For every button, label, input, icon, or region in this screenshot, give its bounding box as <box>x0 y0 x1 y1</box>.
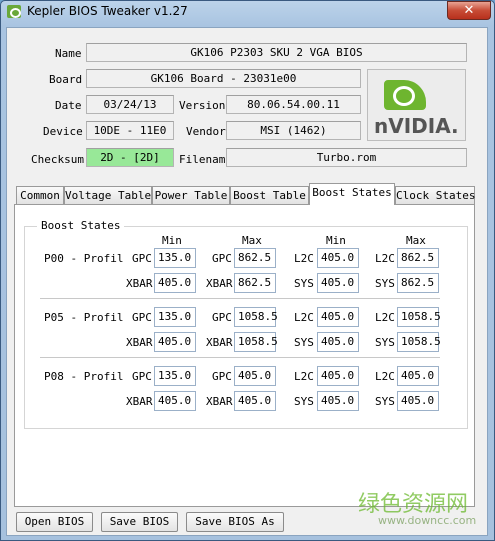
date-label: Date <box>55 99 82 112</box>
row-label: SYS <box>375 336 395 349</box>
value-input[interactable]: 405.0 <box>317 307 359 327</box>
header-max-1: Max <box>242 234 262 247</box>
checksum-label: Checksum <box>31 153 84 166</box>
value-input[interactable]: 862.5 <box>397 273 439 293</box>
row-label: GPC <box>132 252 152 265</box>
tab-clock-states[interactable]: Clock States <box>395 186 475 204</box>
header-max-2: Max <box>406 234 426 247</box>
nvidia-eye-icon <box>384 80 426 110</box>
row-label: L2C <box>375 370 395 383</box>
profile-label-p05: P05 - Profil <box>44 311 124 324</box>
row-label: XBAR <box>206 336 233 349</box>
window-title: Kepler BIOS Tweaker v1.27 <box>27 4 188 18</box>
value-input[interactable]: 1058.5 <box>234 307 278 327</box>
nvidia-logo: nVIDIA. <box>367 69 466 141</box>
version-label: Version <box>179 99 226 112</box>
value-input[interactable]: 862.5 <box>397 248 439 268</box>
version-field[interactable]: 80.06.54.00.11 <box>226 95 361 114</box>
profile-label-p00: P00 - Profil <box>44 252 124 265</box>
vendor-field[interactable]: MSI (1462) <box>226 121 361 140</box>
profile-separator <box>40 357 440 358</box>
tab-common[interactable]: Common <box>16 186 64 204</box>
row-label: L2C <box>294 252 314 265</box>
open-bios-button[interactable]: Open BIOS <box>16 512 93 532</box>
value-input[interactable]: 1058.5 <box>397 332 441 352</box>
name-field[interactable]: GK106 P2303 SKU 2 VGA BIOS <box>86 43 467 62</box>
value-input[interactable]: 135.0 <box>154 248 196 268</box>
device-field[interactable]: 10DE - 11E0 <box>86 121 174 140</box>
logo-text: nVIDIA. <box>374 114 459 138</box>
row-label: L2C <box>294 370 314 383</box>
row-label: SYS <box>375 395 395 408</box>
tab-boost-states[interactable]: Boost States <box>309 183 395 205</box>
value-input[interactable]: 405.0 <box>317 366 359 386</box>
board-field[interactable]: GK106 Board - 23031e00 <box>86 69 361 88</box>
row-label: XBAR <box>126 277 153 290</box>
row-label: GPC <box>212 252 232 265</box>
value-input[interactable]: 405.0 <box>154 391 196 411</box>
value-input[interactable]: 405.0 <box>397 391 439 411</box>
tab-boost-table[interactable]: Boost Table <box>230 186 309 204</box>
value-input[interactable]: 405.0 <box>154 332 196 352</box>
value-input[interactable]: 405.0 <box>154 273 196 293</box>
row-label: SYS <box>375 277 395 290</box>
app-icon <box>7 5 21 18</box>
value-input[interactable]: 1058.5 <box>234 332 278 352</box>
tab-voltage-table[interactable]: Voltage Table <box>64 186 152 204</box>
value-input[interactable]: 135.0 <box>154 366 196 386</box>
value-input[interactable]: 135.0 <box>154 307 196 327</box>
value-input[interactable]: 862.5 <box>234 248 276 268</box>
value-input[interactable]: 405.0 <box>317 248 359 268</box>
value-input[interactable]: 405.0 <box>234 366 276 386</box>
value-input[interactable]: 405.0 <box>234 391 276 411</box>
row-label: GPC <box>212 311 232 324</box>
tab-power-table[interactable]: Power Table <box>152 186 230 204</box>
device-label: Device <box>43 125 83 138</box>
watermark-url: www.downcc.com <box>378 514 477 527</box>
group-title: Boost States <box>37 219 125 232</box>
title-bar[interactable]: Kepler BIOS Tweaker v1.27 ✕ <box>1 1 495 23</box>
row-label: XBAR <box>206 395 233 408</box>
checksum-field: 2D - [2D] <box>86 148 174 167</box>
profile-separator <box>40 298 440 299</box>
header-min-1: Min <box>162 234 182 247</box>
value-input[interactable]: 405.0 <box>317 391 359 411</box>
value-input[interactable]: 862.5 <box>234 273 276 293</box>
row-label: GPC <box>212 370 232 383</box>
save-bios-as-button[interactable]: Save BIOS As <box>186 512 284 532</box>
date-field[interactable]: 03/24/13 <box>86 95 174 114</box>
vendor-label: Vendor <box>186 125 226 138</box>
row-label: L2C <box>375 311 395 324</box>
row-label: L2C <box>375 252 395 265</box>
name-label: Name <box>55 47 82 60</box>
value-input[interactable]: 405.0 <box>397 366 439 386</box>
board-label: Board <box>49 73 83 86</box>
row-label: XBAR <box>126 395 153 408</box>
row-label: SYS <box>294 336 314 349</box>
row-label: SYS <box>294 395 314 408</box>
row-label: GPC <box>132 370 152 383</box>
row-label: L2C <box>294 311 314 324</box>
save-bios-button[interactable]: Save BIOS <box>101 512 178 532</box>
value-input[interactable]: 1058.5 <box>397 307 441 327</box>
value-input[interactable]: 405.0 <box>317 273 359 293</box>
filename-field[interactable]: Turbo.rom <box>226 148 467 167</box>
row-label: XBAR <box>126 336 153 349</box>
header-min-2: Min <box>326 234 346 247</box>
value-input[interactable]: 405.0 <box>317 332 359 352</box>
row-label: GPC <box>132 311 152 324</box>
row-label: XBAR <box>206 277 233 290</box>
close-button[interactable]: ✕ <box>447 1 491 20</box>
profile-label-p08: P08 - Profil <box>44 370 124 383</box>
row-label: SYS <box>294 277 314 290</box>
filename-label: Filenam <box>179 153 226 166</box>
